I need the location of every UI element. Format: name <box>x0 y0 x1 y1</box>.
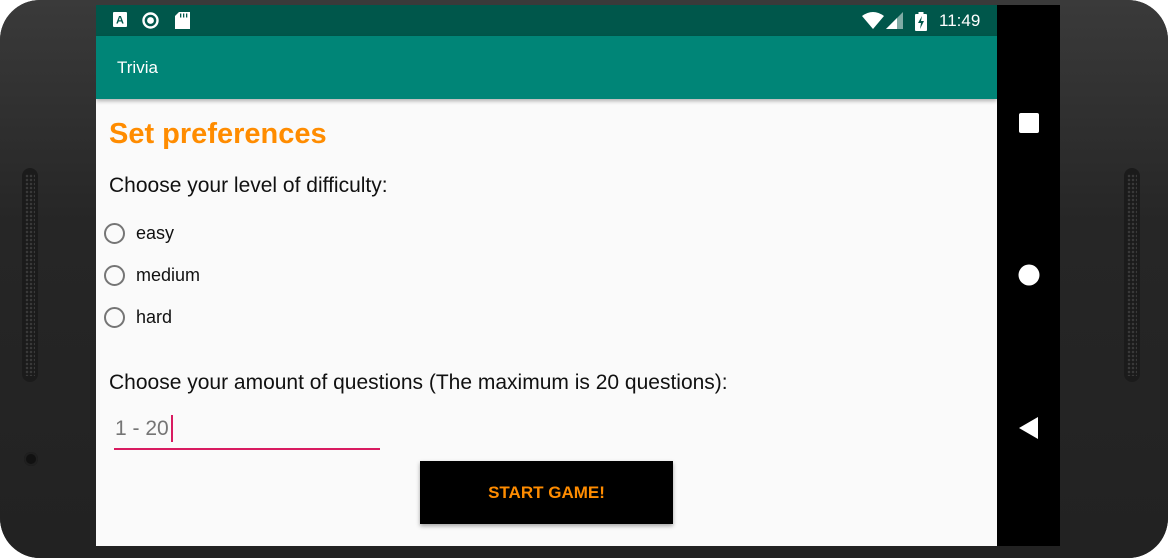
start-game-button[interactable]: START GAME! <box>420 461 673 524</box>
sync-circle-icon <box>142 12 159 29</box>
radio-label: medium <box>136 265 201 285</box>
questions-field[interactable] <box>114 412 381 450</box>
wifi-icon <box>862 12 884 29</box>
questions-input[interactable] <box>114 412 381 446</box>
radio-circle[interactable] <box>104 265 125 286</box>
radio-circle[interactable] <box>104 307 125 328</box>
radio-easy[interactable]: easy <box>104 223 174 244</box>
page-title: Set preferences <box>109 118 327 150</box>
right-speaker-grille <box>1124 168 1140 382</box>
app-bar: Trivia <box>96 36 997 99</box>
svg-text:A: A <box>116 15 124 27</box>
radio-label: hard <box>136 307 173 327</box>
radio-label: easy <box>136 223 175 243</box>
preferences-content: Set preferences Choose your level of dif… <box>96 99 997 546</box>
recents-square-icon[interactable] <box>997 112 1060 134</box>
front-camera <box>24 452 38 466</box>
status-time: 11:49 <box>939 11 981 30</box>
radio-circle[interactable] <box>104 223 125 244</box>
status-bar: A 11:49 <box>96 5 997 36</box>
back-triangle-icon[interactable] <box>997 417 1060 439</box>
text-a-icon: A <box>113 12 127 27</box>
screen: A 11:49 Trivia Set preferences Choose yo… <box>96 5 1060 546</box>
battery-charging-icon <box>915 12 927 31</box>
app-title: Trivia <box>117 58 158 77</box>
difficulty-prompt: Choose your level of difficulty: <box>109 174 388 197</box>
radio-medium[interactable]: medium <box>104 265 200 286</box>
sd-card-icon <box>175 12 190 29</box>
phone-frame: A 11:49 Trivia Set preferences Choose yo… <box>0 0 1168 558</box>
left-speaker-grille <box>22 168 38 382</box>
home-circle-icon[interactable] <box>997 264 1060 286</box>
text-cursor <box>171 415 173 442</box>
navigation-bar <box>997 5 1060 546</box>
radio-hard[interactable]: hard <box>104 307 172 328</box>
questions-prompt: Choose your amount of questions (The max… <box>109 371 728 394</box>
cell-signal-icon <box>886 12 903 29</box>
